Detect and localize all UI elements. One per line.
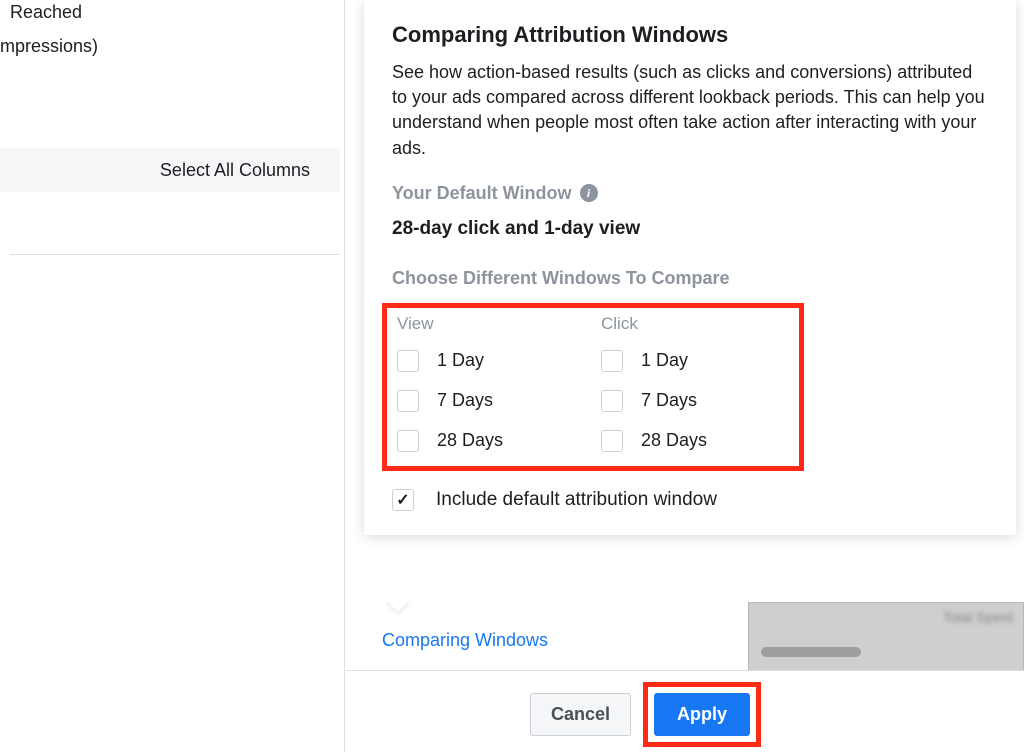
default-window-section-label: Your Default Window i — [392, 183, 988, 204]
click-1day-group: 1 Day — [601, 350, 741, 372]
popover-arrow-icon — [386, 600, 410, 612]
default-window-label-text: Your Default Window — [392, 183, 572, 204]
view-28days-checkbox[interactable] — [397, 430, 419, 452]
sidebar-item-reached[interactable]: Reached — [10, 2, 82, 23]
checkbox-row-2: 7 Days 7 Days — [397, 390, 789, 412]
click-1day-label: 1 Day — [641, 350, 688, 371]
checkbox-row-1: 1 Day 1 Day — [397, 350, 789, 372]
include-default-checkbox[interactable] — [392, 489, 414, 511]
click-column-header: Click — [601, 314, 741, 334]
background-bar — [761, 647, 861, 657]
view-28days-group: 28 Days — [397, 430, 537, 452]
popover-title: Comparing Attribution Windows — [392, 22, 988, 48]
options-column-headers: View Click — [397, 314, 789, 334]
attribution-windows-popover: Comparing Attribution Windows See how ac… — [364, 0, 1016, 535]
sidebar-item-impressions[interactable]: mpressions) — [0, 36, 98, 57]
apply-button-highlight: Apply — [643, 682, 761, 747]
choose-windows-section-label: Choose Different Windows To Compare — [392, 268, 988, 289]
click-7days-group: 7 Days — [601, 390, 741, 412]
view-1day-label: 1 Day — [437, 350, 484, 371]
cancel-button[interactable]: Cancel — [530, 693, 631, 736]
sidebar-divider — [10, 254, 340, 255]
select-all-columns-row[interactable]: Select All Columns — [0, 148, 340, 192]
click-28days-checkbox[interactable] — [601, 430, 623, 452]
view-column-header: View — [397, 314, 537, 334]
view-1day-group: 1 Day — [397, 350, 537, 372]
click-7days-checkbox[interactable] — [601, 390, 623, 412]
view-7days-label: 7 Days — [437, 390, 493, 411]
highlighted-options-box: View Click 1 Day 1 Day 7 Days 7 Days — [382, 303, 804, 471]
background-blurred-text: Total Spent — [943, 609, 1013, 625]
select-all-columns-label: Select All Columns — [160, 160, 310, 181]
background-panel: Total Spent — [748, 602, 1024, 680]
include-default-label: Include default attribution window — [436, 489, 717, 511]
info-icon[interactable]: i — [580, 184, 598, 202]
click-1day-checkbox[interactable] — [601, 350, 623, 372]
view-7days-group: 7 Days — [397, 390, 537, 412]
dialog-button-row: Cancel Apply — [530, 682, 761, 747]
view-28days-label: 28 Days — [437, 430, 503, 451]
comparing-windows-link[interactable]: Comparing Windows — [382, 630, 548, 651]
click-28days-label: 28 Days — [641, 430, 707, 451]
view-7days-checkbox[interactable] — [397, 390, 419, 412]
view-1day-checkbox[interactable] — [397, 350, 419, 372]
left-sidebar-panel: Reached mpressions) Select All Columns — [0, 0, 345, 752]
popover-description: See how action-based results (such as cl… — [392, 60, 988, 161]
click-28days-group: 28 Days — [601, 430, 741, 452]
default-window-value: 28-day click and 1-day view — [392, 218, 988, 240]
apply-button[interactable]: Apply — [654, 693, 750, 736]
click-7days-label: 7 Days — [641, 390, 697, 411]
checkbox-row-3: 28 Days 28 Days — [397, 430, 789, 452]
include-default-row: Include default attribution window — [392, 489, 988, 511]
